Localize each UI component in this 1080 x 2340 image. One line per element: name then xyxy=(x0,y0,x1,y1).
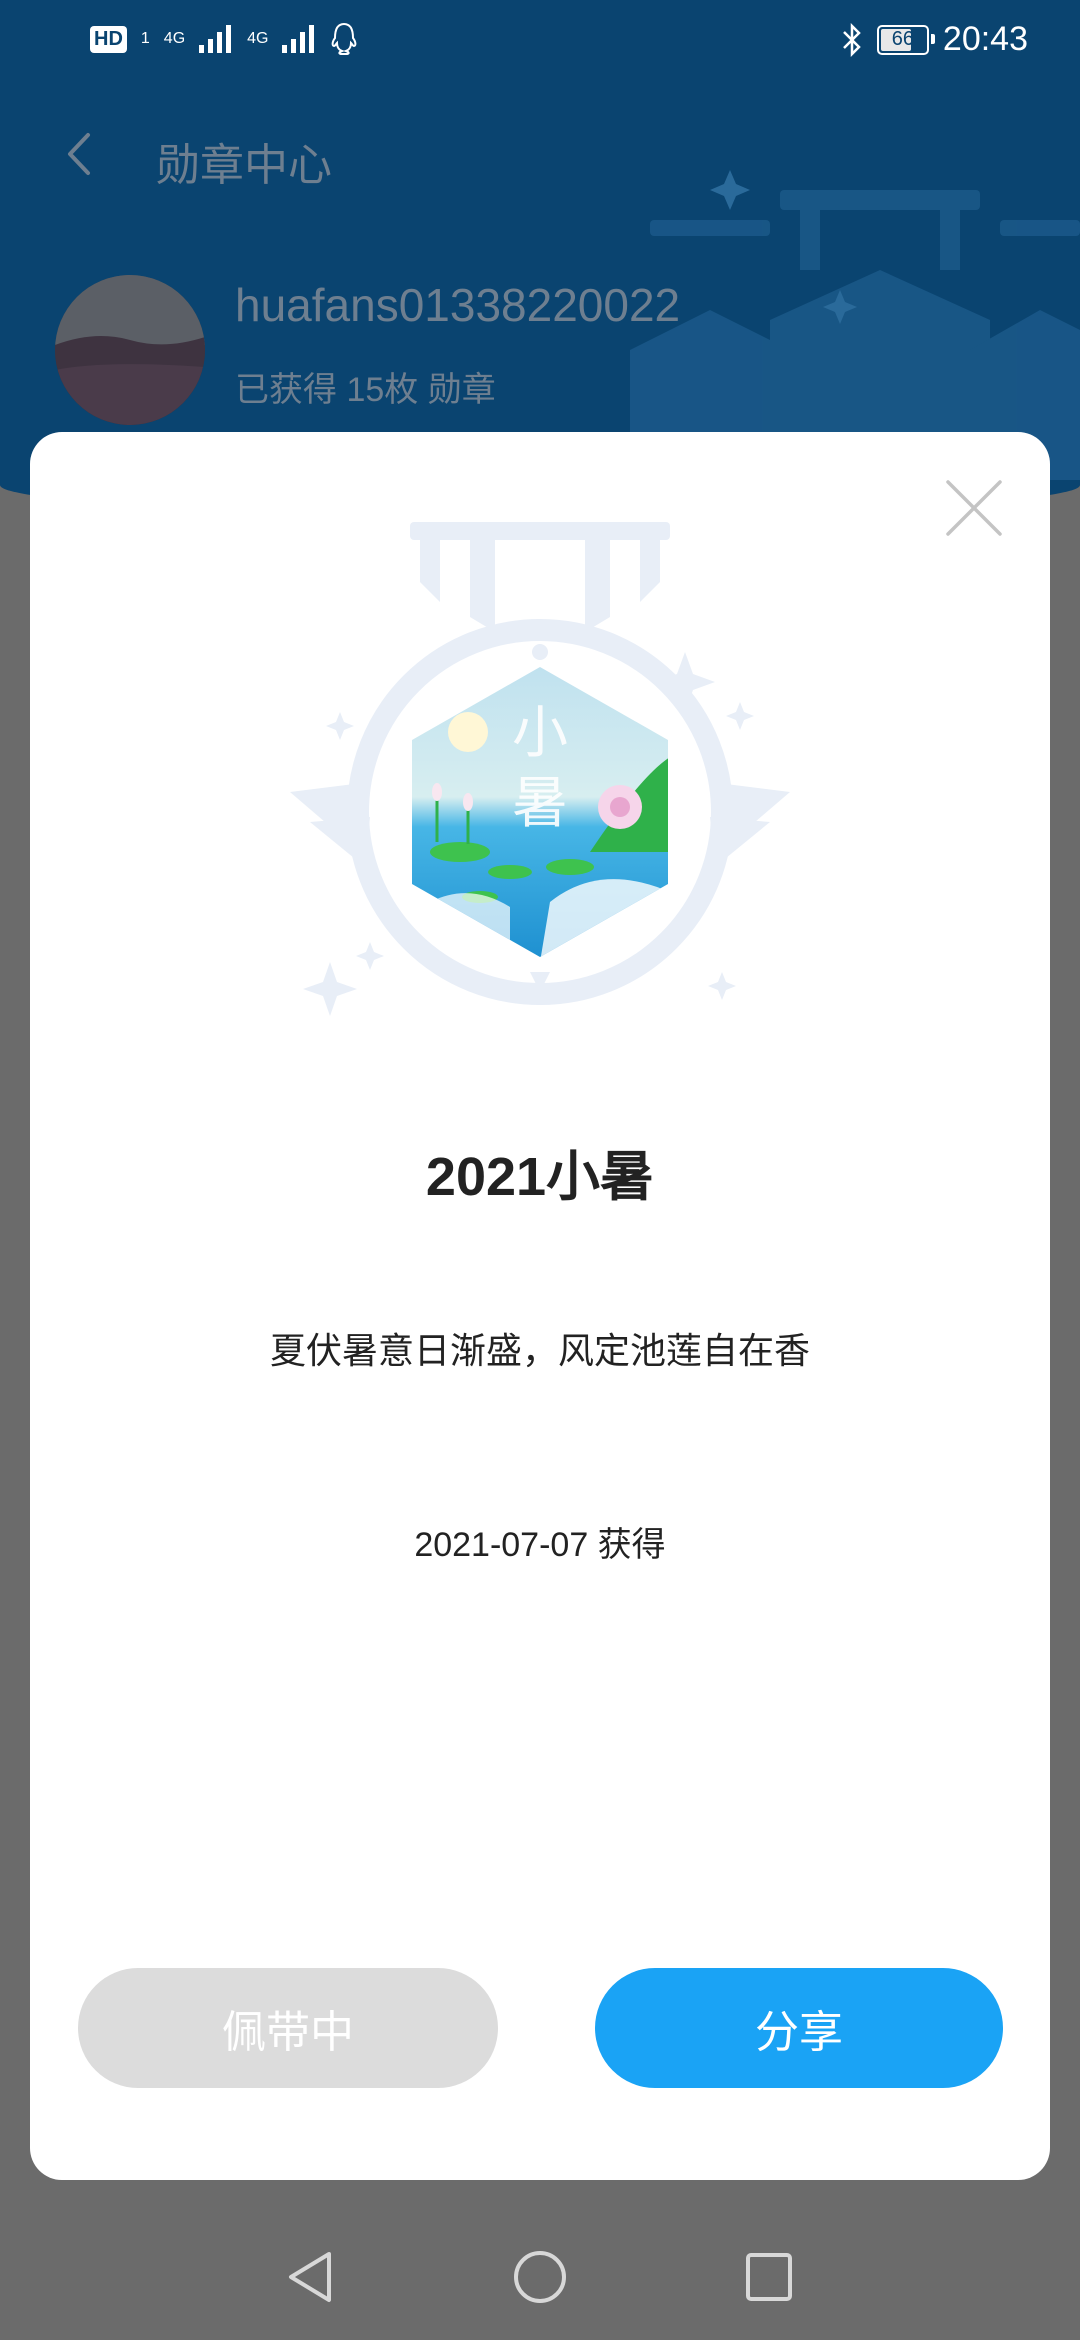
signal-icon xyxy=(282,25,315,53)
nav-recents-icon[interactable] xyxy=(744,2250,794,2304)
network-1-label: 4G xyxy=(163,30,186,47)
share-button[interactable]: 分享 xyxy=(595,1968,1003,2088)
qq-icon xyxy=(332,22,357,55)
badge-title: 2021小暑 xyxy=(425,1147,655,1207)
nav-home-icon[interactable] xyxy=(513,2250,567,2304)
badge-detail-dialog: 小 暑 2021小暑 夏伏暑意日渐盛，风定池莲自在香 2021-07-07 获得… xyxy=(30,432,1050,2180)
status-right: 66 20:43 xyxy=(841,20,1028,59)
back-icon[interactable] xyxy=(60,129,100,179)
system-nav-bar xyxy=(0,2200,1080,2340)
badge-count: 已获得 15枚 勋章 xyxy=(235,371,496,409)
avatar-image xyxy=(55,275,205,425)
medal-icon: 小 暑 xyxy=(290,522,790,1016)
medal-text: 暑 xyxy=(512,771,568,836)
badge-description: 夏伏暑意日渐盛，风定池莲自在香 xyxy=(269,1330,810,1371)
signal-icon xyxy=(199,25,232,53)
hd-badge: HD xyxy=(90,25,127,53)
status-left: HD 1 4G 4G xyxy=(90,22,358,56)
battery-level: 66 xyxy=(891,28,915,50)
battery-icon: 66 xyxy=(876,24,935,55)
sim-label: 1 xyxy=(140,30,150,47)
status-bar: HD 1 4G 4G 66 20:43 xyxy=(0,0,1080,84)
close-icon[interactable] xyxy=(942,476,1006,540)
nav-row: 勋章中心 xyxy=(0,115,1080,195)
medal-text: 小 xyxy=(512,701,568,766)
page-title: 勋章中心 xyxy=(156,141,332,190)
network-2-label: 4G xyxy=(247,30,269,47)
badge-date: 2021-07-07 获得 xyxy=(414,1526,666,1564)
bluetooth-icon xyxy=(843,22,861,57)
username: huafans01338220022 xyxy=(235,279,681,331)
clock: 20:43 xyxy=(942,20,1028,58)
wearing-button[interactable]: 佩带中 xyxy=(78,1968,498,2088)
nav-back-icon[interactable] xyxy=(285,2250,335,2304)
medal-decoration-icon xyxy=(630,170,1080,480)
avatar[interactable] xyxy=(55,275,205,425)
